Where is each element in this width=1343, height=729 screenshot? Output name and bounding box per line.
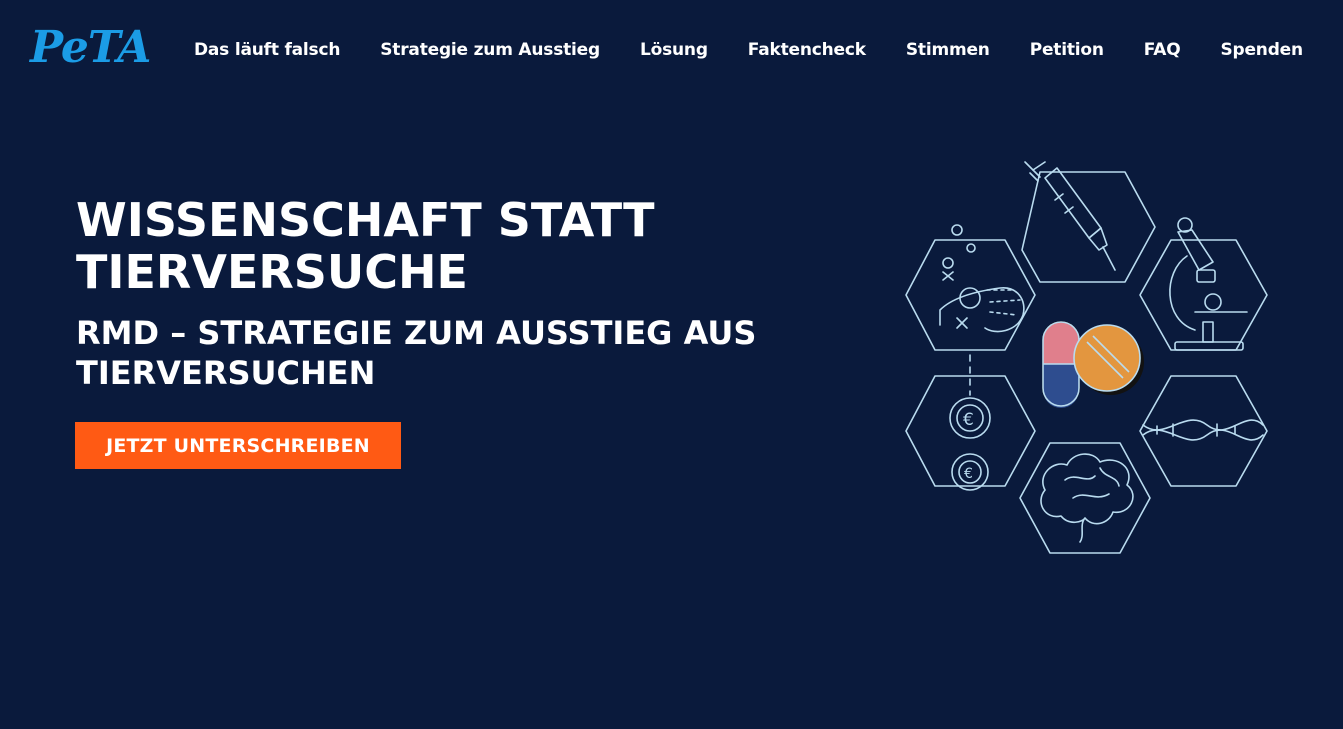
dna-icon [1142,419,1264,441]
nav-item-faktencheck[interactable]: Faktencheck [748,38,866,62]
sign-petition-button[interactable]: JETZT UNTERSCHREIBEN [75,422,401,469]
peta-logo[interactable]: PeTA [30,22,151,73]
nav-item-stimmen[interactable]: Stimmen [906,38,990,62]
microscope-icon [1169,217,1248,351]
nav-item-das-laeuft-falsch[interactable]: Das läuft falsch [194,38,340,62]
svg-text:€: € [964,466,973,482]
nav-item-faq[interactable]: FAQ [1144,38,1181,62]
nav-item-petition[interactable]: Petition [1030,38,1104,62]
brain-icon [1040,453,1134,543]
pills-icon [1042,321,1144,408]
main-nav: Das läuft falsch Strategie zum Ausstieg … [194,38,1303,62]
svg-text:€: € [963,410,974,430]
nav-item-loesung[interactable]: Lösung [640,38,708,62]
nav-item-spenden[interactable]: Spenden [1220,38,1303,62]
site-header: PeTA Das läuft falsch Strategie zum Auss… [0,0,1343,100]
page: PeTA Das läuft falsch Strategie zum Auss… [0,0,1343,729]
hero-title: WISSENSCHAFT STATT TIERVERSUCHE [76,193,655,299]
logo-text: PeTA [30,22,151,73]
hero-subtitle: RMD – STRATEGIE ZUM AUSSTIEG AUS TIERVER… [76,314,757,392]
lab-mouse-icon [939,224,1025,333]
hero-illustration: € € [895,150,1285,565]
nav-item-strategie[interactable]: Strategie zum Ausstieg [380,38,600,62]
